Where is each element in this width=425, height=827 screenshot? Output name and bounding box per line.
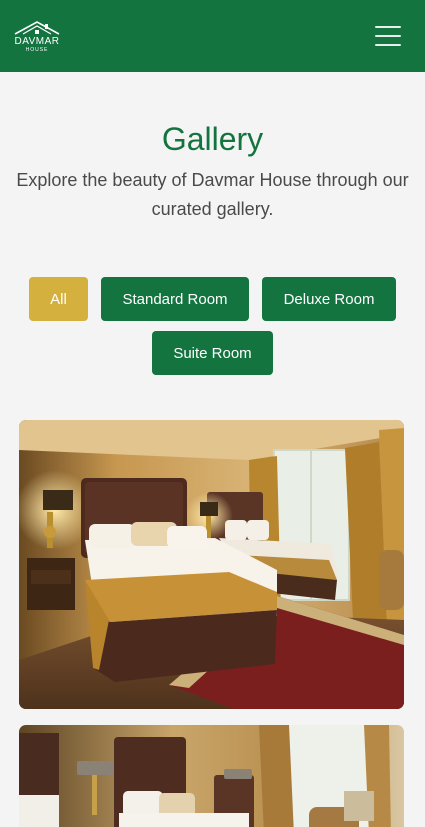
gallery-filters: All Standard Room Deluxe Room Suite Room [0, 277, 425, 375]
navbar: DAVMAR HOUSE [0, 0, 425, 72]
hamburger-menu-icon[interactable] [375, 26, 401, 46]
filter-standard-room-button[interactable]: Standard Room [101, 277, 249, 321]
house-roof-icon [14, 20, 60, 35]
bedroom-photo-image [19, 725, 404, 827]
bedroom-photo-image [19, 420, 404, 709]
filter-all-button[interactable]: All [29, 277, 88, 321]
gallery-photo[interactable] [19, 725, 404, 827]
brand-name: DAVMAR [14, 35, 60, 47]
menu-bar [375, 35, 401, 37]
brand-subname: HOUSE [25, 46, 49, 53]
page-title: Gallery [161, 121, 264, 157]
filter-deluxe-room-button[interactable]: Deluxe Room [262, 277, 396, 321]
gallery-photo[interactable] [19, 420, 404, 709]
gallery-heading: Gallery Explore the beauty of Davmar Hou… [0, 118, 425, 224]
brand-logo[interactable]: DAVMAR HOUSE [12, 20, 62, 53]
page-subtitle: Explore the beauty of Davmar House throu… [16, 170, 409, 219]
filter-suite-room-button[interactable]: Suite Room [152, 331, 273, 375]
menu-bar [375, 26, 401, 28]
menu-bar [375, 44, 401, 46]
